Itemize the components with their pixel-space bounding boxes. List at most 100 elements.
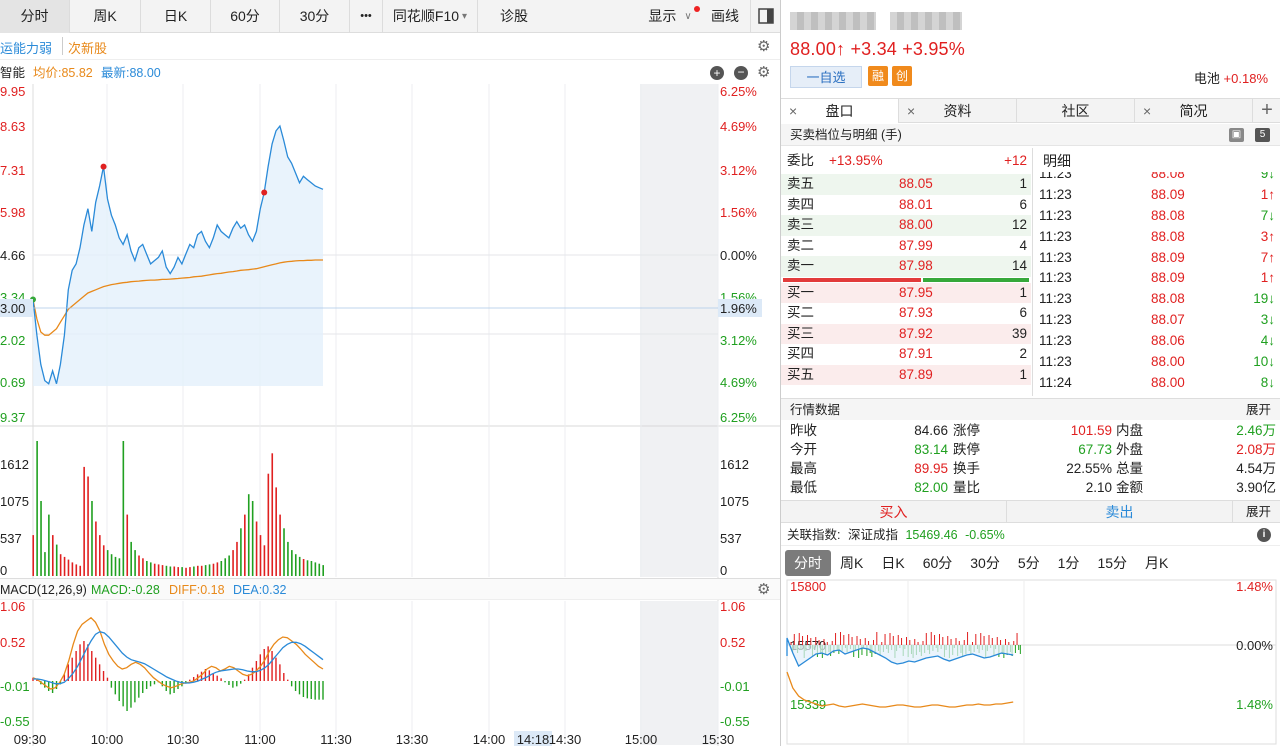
expand-button[interactable]: 展开 xyxy=(1246,501,1271,523)
order-level[interactable]: 卖四 88.01 6 xyxy=(781,194,1031,215)
last-price: 88.00↑ xyxy=(790,39,846,59)
index-name[interactable]: 深证成指 xyxy=(848,528,898,542)
zhengu-button[interactable]: 诊股 xyxy=(478,0,550,33)
tick-time: 11:23 xyxy=(1039,186,1072,202)
quote-label: 金额 xyxy=(1116,480,1143,495)
close-icon[interactable]: × xyxy=(789,99,797,123)
index-period-tab[interactable]: 1分 xyxy=(1049,550,1089,576)
expand-button[interactable]: 展开 xyxy=(1246,399,1271,421)
period-tab-60min[interactable]: 60分 xyxy=(211,0,280,33)
add-tab-button[interactable]: + xyxy=(1253,99,1280,122)
close-icon[interactable]: × xyxy=(1143,99,1151,123)
order-level[interactable]: 买四 87.91 2 xyxy=(781,344,1031,365)
quote-value: 101.59 xyxy=(1070,423,1112,438)
period-tab-day[interactable]: 日K xyxy=(141,0,211,33)
zoom-in-icon[interactable]: + xyxy=(710,66,724,80)
tick-time: 11:23 xyxy=(1039,270,1072,286)
volume-bar xyxy=(259,535,262,576)
draw-line-button[interactable]: 画线 xyxy=(700,0,750,33)
buy-button[interactable]: 买入 xyxy=(781,501,1007,523)
volume-bar xyxy=(318,563,321,576)
f10-dropdown[interactable]: 同花顺F10 ▾ xyxy=(383,0,478,33)
chart-toolbar: 分时 周K 日K 60分 30分 ••• 同花顺F10 ▾ 诊股 显示 ∨ 画线 xyxy=(0,0,780,33)
price-area xyxy=(33,126,323,386)
level-label: 卖四 xyxy=(787,196,814,212)
tab-label: 简况 xyxy=(1179,103,1208,119)
close-icon[interactable]: × xyxy=(907,99,915,123)
index-pct: -0.65% xyxy=(965,528,1005,542)
index-period-tab[interactable]: 周K xyxy=(831,550,872,576)
tag-weak-capacity[interactable]: 运能力弱 xyxy=(0,38,52,57)
level-label: 卖二 xyxy=(787,237,814,253)
tick-volume: 19↓ xyxy=(1253,291,1275,307)
watchlist-button[interactable]: 一自选 xyxy=(790,66,862,88)
tab-summary[interactable]: × 简况 xyxy=(1135,99,1253,123)
more-periods-button[interactable]: ••• xyxy=(350,0,383,33)
concept-tags: 运能力弱 次新股 ⚙ xyxy=(0,33,780,60)
sell-button[interactable]: 卖出 xyxy=(1007,501,1233,523)
tick-row: 11:23 88.08 7↓ xyxy=(1033,206,1280,227)
tab-orderbook[interactable]: × 盘口 xyxy=(781,99,899,123)
action-buttons: 一自选 融 创 xyxy=(790,66,912,88)
info-icon[interactable]: i xyxy=(1257,528,1271,542)
period-tab-30min[interactable]: 30分 xyxy=(280,0,350,33)
margin-badge: 融 xyxy=(868,66,888,86)
volume-bar xyxy=(173,566,176,576)
order-level[interactable]: 卖二 87.99 4 xyxy=(781,235,1031,256)
index-tick-right: 1.48% xyxy=(1236,697,1273,712)
index-mini-chart[interactable]: 1580015570153391.48%0.00%1.48% xyxy=(781,576,1280,746)
tick-row: 11:23 88.09 1↑ xyxy=(1033,185,1280,206)
order-level[interactable]: 卖五 88.05 1 xyxy=(781,174,1031,195)
intraday-chart[interactable]: 9.958.637.315.984.663.343.002.020.699.37… xyxy=(0,84,780,746)
index-value: 15469.46 xyxy=(905,528,958,542)
index-period-tab[interactable]: 30分 xyxy=(961,550,1009,576)
index-period-tab[interactable]: 60分 xyxy=(914,550,962,576)
gear-icon[interactable]: ⚙ xyxy=(757,39,770,54)
gear-icon[interactable]: ⚙ xyxy=(757,582,770,597)
tab-community[interactable]: 社区 xyxy=(1017,99,1135,123)
period-tab-week[interactable]: 周K xyxy=(70,0,141,33)
level-volume: 6 xyxy=(1019,305,1027,320)
y-left-tick: 9.37 xyxy=(0,410,25,425)
order-level[interactable]: 卖三 88.00 12 xyxy=(781,215,1031,236)
index-period-tab[interactable]: 日K xyxy=(872,550,913,576)
display-dropdown[interactable]: 显示 ∨ xyxy=(640,0,700,33)
level-5-toggle[interactable]: 5 xyxy=(1255,128,1270,142)
order-level[interactable]: 卖一 87.98 14 xyxy=(781,256,1031,277)
quote-value: 4.54万 xyxy=(1236,461,1276,476)
index-period-tab[interactable]: 15分 xyxy=(1088,550,1136,576)
period-tab-intraday[interactable]: 分时 xyxy=(0,0,70,33)
related-index: 关联指数: 深证成指 15469.46 -0.65% i xyxy=(781,524,1280,546)
zoom-out-icon[interactable]: − xyxy=(734,66,748,80)
volume-bar xyxy=(255,521,258,576)
order-level[interactable]: 买五 87.89 1 xyxy=(781,364,1031,385)
macd-tick-right: -0.01 xyxy=(720,679,750,694)
volume-bar xyxy=(244,514,246,576)
tick-row: 11:23 88.08 19↓ xyxy=(1033,289,1280,310)
sector-battery[interactable]: 电池 +0.18% xyxy=(1194,68,1268,87)
macd-tick-left: -0.01 xyxy=(0,679,30,694)
tick-time: 11:23 xyxy=(1039,354,1072,370)
volume-bar xyxy=(44,552,46,576)
level-price: 87.92 xyxy=(899,325,933,341)
y-left-tick: 9.95 xyxy=(0,84,25,99)
index-period-tab[interactable]: 月K xyxy=(1136,550,1177,576)
index-period-tab[interactable]: 分时 xyxy=(785,550,831,576)
level2-icon[interactable]: ▣ xyxy=(1229,128,1244,142)
order-level[interactable]: 买二 87.93 6 xyxy=(781,303,1031,324)
index-period-tab[interactable]: 5分 xyxy=(1009,550,1049,576)
tick-list[interactable]: 11:23 88.08 9↓ 11:23 88.09 1↑ 11:23 88.08 7↓ 11:2… xyxy=(1032,172,1280,396)
tag-new-stock[interactable]: 次新股 xyxy=(68,38,107,57)
panel-toggle-button[interactable] xyxy=(750,0,780,33)
time-tick: 11:00 xyxy=(244,732,276,746)
macd-tick-right: 0.52 xyxy=(720,635,745,650)
order-level[interactable]: 买三 87.92 39 xyxy=(781,323,1031,344)
tick-price: 88.09 xyxy=(1151,270,1185,286)
tick-row: 11:23 88.08 3↑ xyxy=(1033,227,1280,248)
order-level[interactable]: 买一 87.95 1 xyxy=(781,282,1031,303)
level-label: 买一 xyxy=(787,284,814,300)
volume-tick-right: 1075 xyxy=(720,494,749,509)
gear-icon[interactable]: ⚙ xyxy=(757,65,770,80)
tab-profile[interactable]: × 资料 xyxy=(899,99,1017,123)
tick-price: 88.00 xyxy=(1151,374,1185,390)
